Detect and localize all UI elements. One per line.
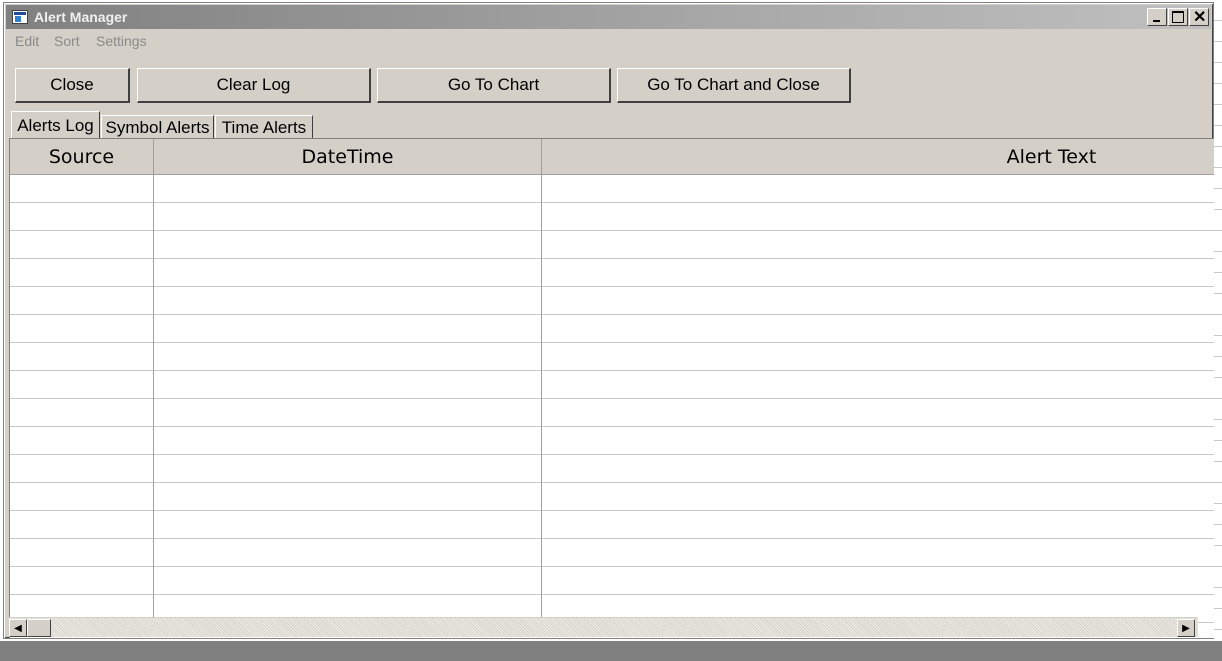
table-cell[interactable] [10,483,154,511]
menu-sort[interactable]: Sort [54,33,80,49]
table-cell[interactable] [542,399,1214,427]
table-cell[interactable] [154,259,542,287]
table-row[interactable] [10,287,1214,315]
table-cell[interactable] [154,371,542,399]
minimize-button[interactable] [1147,8,1167,26]
table-cell[interactable] [154,539,542,567]
table-cell[interactable] [10,287,154,315]
table-cell[interactable] [542,511,1214,539]
table-cell[interactable] [154,203,542,231]
table-row[interactable] [10,455,1214,483]
tab-time-alerts[interactable]: Time Alerts [215,115,313,139]
table-cell[interactable] [542,343,1214,371]
table-cell[interactable] [10,315,154,343]
go-to-chart-and-close-button[interactable]: Go To Chart and Close [617,68,851,103]
table-cell[interactable] [154,315,542,343]
table-cell[interactable] [542,315,1214,343]
table-row[interactable] [10,231,1214,259]
table-cell[interactable] [542,483,1214,511]
table-cell[interactable] [10,371,154,399]
table-cell[interactable] [542,203,1214,231]
desktop-strip [0,641,1222,661]
table-cell[interactable] [154,175,542,203]
scroll-thumb[interactable] [27,619,51,637]
column-header-source[interactable]: Source [10,139,154,174]
table-cell[interactable] [154,399,542,427]
table-cell[interactable] [154,455,542,483]
title-bar[interactable]: Alert Manager ✕ [6,5,1211,29]
table-cell[interactable] [10,567,154,595]
table-cell[interactable] [542,287,1214,315]
table-row[interactable] [10,539,1214,567]
table-cell[interactable] [154,287,542,315]
table-row[interactable] [10,259,1214,287]
alert-manager-window: Alert Manager ✕ Edit Sort Settings Close… [3,2,1214,639]
arrow-right-icon: ▶ [1182,622,1190,634]
column-header-datetime[interactable]: DateTime [154,139,542,174]
table-row[interactable] [10,427,1214,455]
table-cell[interactable] [154,231,542,259]
table-row[interactable] [10,567,1214,595]
table-row[interactable] [10,203,1214,231]
app-icon[interactable] [12,10,28,24]
table-cell[interactable] [10,259,154,287]
table-cell[interactable] [542,259,1214,287]
table-row[interactable] [10,511,1214,539]
table-row[interactable] [10,399,1214,427]
go-to-chart-button[interactable]: Go To Chart [377,68,611,103]
tab-alerts-log[interactable]: Alerts Log [11,111,100,139]
table-body [10,175,1214,623]
scroll-left-button[interactable]: ◀ [9,619,27,637]
column-header-alert-text[interactable]: Alert Text [542,139,1214,174]
tab-symbol-alerts[interactable]: Symbol Alerts [101,115,214,139]
table-row[interactable] [10,371,1214,399]
menu-settings[interactable]: Settings [96,33,147,49]
table-cell[interactable] [542,371,1214,399]
table-cell[interactable] [154,427,542,455]
table-cell[interactable] [10,343,154,371]
table-row[interactable] [10,315,1214,343]
table-cell[interactable] [542,231,1214,259]
table-row[interactable] [10,483,1214,511]
table-cell[interactable] [10,539,154,567]
table-row[interactable] [10,343,1214,371]
table-cell[interactable] [542,427,1214,455]
table-cell[interactable] [154,567,542,595]
close-window-button[interactable]: ✕ [1189,8,1209,26]
close-button[interactable]: Close [15,68,130,103]
window-title: Alert Manager [34,9,128,25]
table-cell[interactable] [542,175,1214,203]
table-cell[interactable] [10,455,154,483]
table-cell[interactable] [542,539,1214,567]
scroll-right-button[interactable]: ▶ [1177,619,1195,637]
maximize-button[interactable] [1168,8,1188,26]
horizontal-scrollbar[interactable]: ◀ ▶ [9,617,1198,637]
table-cell[interactable] [542,455,1214,483]
table-cell[interactable] [542,567,1214,595]
table-cell[interactable] [10,231,154,259]
table-cell[interactable] [154,511,542,539]
alerts-log-table[interactable]: Source DateTime Alert Text [9,138,1214,638]
table-header: Source DateTime Alert Text [10,139,1214,175]
table-cell[interactable] [10,175,154,203]
table-cell[interactable] [10,399,154,427]
background-window-edge [1214,0,1222,661]
table-row[interactable] [10,175,1214,203]
table-cell[interactable] [10,511,154,539]
arrow-left-icon: ◀ [14,622,22,634]
table-cell[interactable] [154,343,542,371]
close-icon: ✕ [1193,9,1207,26]
clear-log-button[interactable]: Clear Log [137,68,371,103]
menu-edit[interactable]: Edit [15,33,39,49]
table-cell[interactable] [10,427,154,455]
table-cell[interactable] [154,483,542,511]
table-cell[interactable] [10,203,154,231]
